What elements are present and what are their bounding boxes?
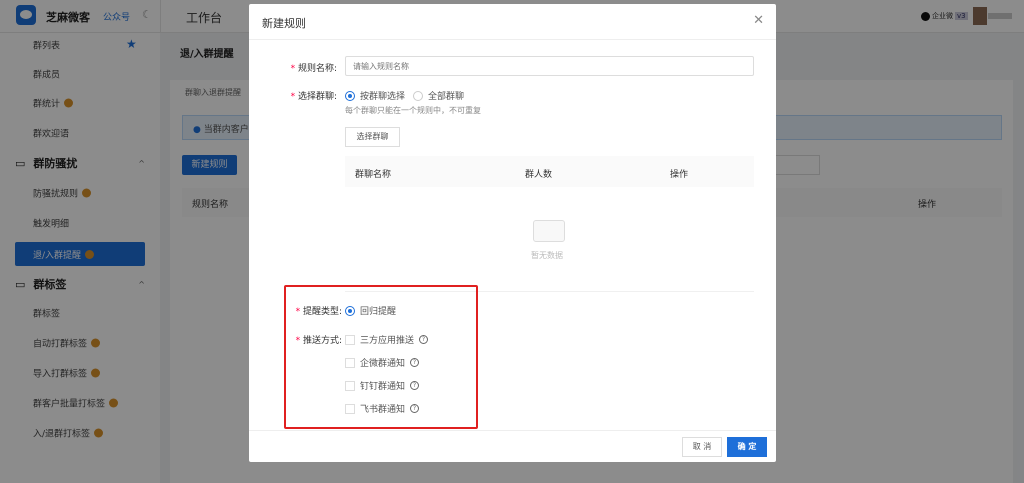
highlight-box [284,285,478,429]
column-header: 操作 [670,170,689,180]
radio-unchecked [413,90,423,101]
radio-checked [345,90,355,101]
divider [249,430,776,431]
radio-by-group[interactable]: 按群聊选择 [345,89,405,102]
option-label: 按群聊选择 [360,92,406,102]
radio-all-groups[interactable]: 全部群聊 [413,89,464,102]
group-hint: 每个群聊只能在一个规则中，不可重复 [345,106,481,115]
label-text: 选择群聊: [297,92,337,102]
empty-inbox-icon [533,220,565,242]
label-text: 规则名称: [297,64,337,74]
cancel-button[interactable]: 取 消 [682,437,722,457]
select-group-button[interactable]: 选择群聊 [345,127,400,147]
option-label: 全部群聊 [428,92,465,102]
column-header: 群聊名称 [355,170,392,180]
confirm-button[interactable]: 确 定 [727,437,767,457]
close-icon[interactable]: ✕ [753,13,764,28]
select-group-label: * 选择群聊: [290,92,337,102]
column-header: 群人数 [525,170,553,180]
group-table-header: 群聊名称 群人数 操作 [345,156,754,187]
modal-title: 新建规则 [262,17,306,30]
rule-name-label: * 规则名称: [290,64,337,74]
rule-name-input[interactable] [345,56,754,76]
empty-text: 暂无数据 [531,251,563,260]
